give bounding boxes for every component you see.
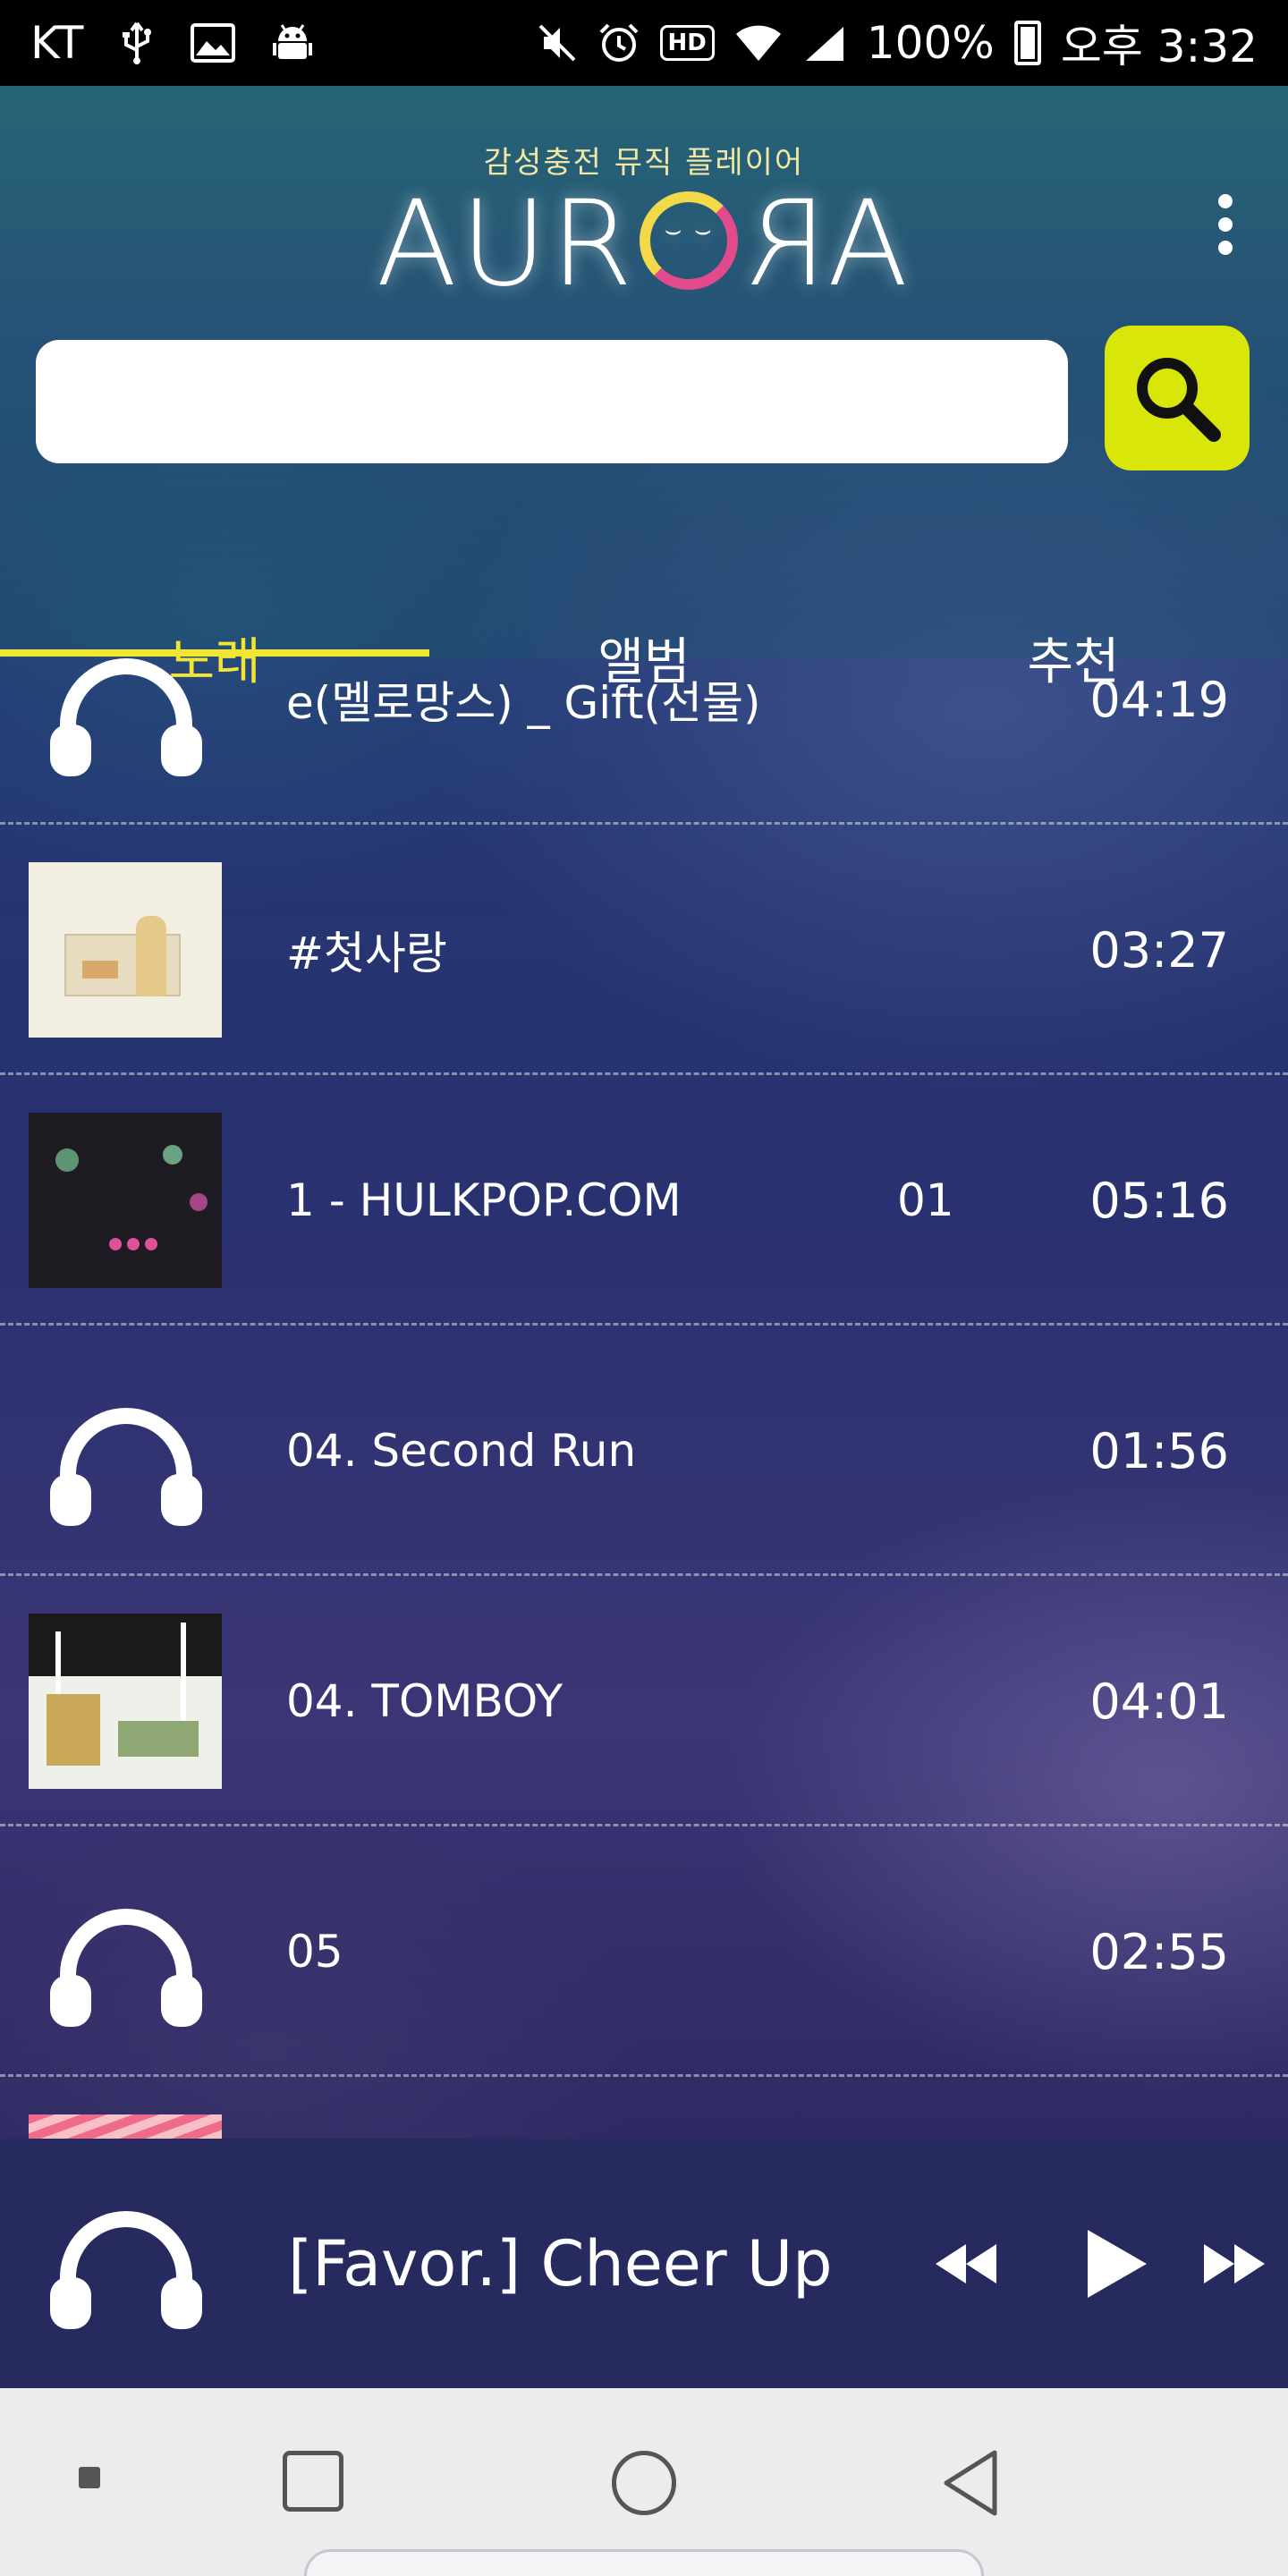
overview-button[interactable] <box>283 2451 343 2512</box>
song-title: 04. TOMBOY <box>286 1675 564 1727</box>
fast-forward-button[interactable] <box>1199 2139 1270 2388</box>
clock: 오후 3:32 <box>1060 21 1258 72</box>
fast-forward-icon <box>1204 2243 1265 2284</box>
song-list[interactable]: e(멜로망스) _ Gift(선물) 04:19 #첫사랑 03:27 1 - … <box>0 658 1288 2139</box>
android-icon <box>271 21 314 64</box>
back-button[interactable] <box>939 2447 1002 2519</box>
song-title: 05 <box>286 1926 343 1978</box>
song-duration: 04:01 <box>1089 1673 1229 1730</box>
headphone-face-icon <box>640 191 739 290</box>
song-extra: 01 <box>897 1174 954 1226</box>
search-icon <box>1137 358 1221 442</box>
song-duration: 04:19 <box>1089 671 1229 728</box>
song-title: 04. Second Run <box>286 1425 637 1477</box>
menu-dot <box>1218 217 1233 232</box>
headphones-icon <box>50 2211 202 2329</box>
song-row[interactable]: 05 02:55 <box>0 1826 1288 2077</box>
song-row[interactable] <box>0 2077 1288 2139</box>
now-playing-bar[interactable]: [Favor.] Cheer Up <box>0 2139 1288 2388</box>
song-title: e(멜로망스) _ Gift(선물) <box>286 677 761 729</box>
recents-dot-button[interactable] <box>79 2467 100 2488</box>
now-playing-title: [Favor.] Cheer Up <box>288 2226 833 2301</box>
battery-percent: 100% <box>866 17 995 69</box>
rewind-button[interactable] <box>930 2139 1002 2388</box>
play-icon <box>1088 2229 1147 2298</box>
logo-text-end: A <box>827 175 912 313</box>
song-duration: 03:27 <box>1089 921 1229 979</box>
song-row[interactable]: #첫사랑 03:27 <box>0 825 1288 1075</box>
alarm-icon <box>597 21 640 64</box>
search-input[interactable] <box>36 340 1068 463</box>
song-row[interactable]: 04. Second Run 01:56 <box>0 1326 1288 1576</box>
album-art-pink <box>29 2114 222 2139</box>
back-triangle-icon <box>944 2450 997 2516</box>
logo-text-reversed: R <box>741 175 828 313</box>
song-row[interactable]: 1 - HULKPOP.COM 01 05:16 <box>0 1075 1288 1326</box>
headphones-icon <box>50 658 202 776</box>
logo-text-start: AUR <box>376 175 637 313</box>
song-duration: 01:56 <box>1089 1422 1229 1479</box>
active-tab-indicator <box>0 649 429 657</box>
menu-dot <box>1218 241 1233 255</box>
status-bar: KT HD 100% 오후 3:32 <box>0 0 1288 86</box>
home-button[interactable] <box>612 2451 676 2515</box>
song-title: 1 - HULKPOP.COM <box>286 1174 682 1226</box>
song-row[interactable]: e(멜로망스) _ Gift(선물) 04:19 <box>0 658 1288 825</box>
battery-icon <box>1013 21 1041 65</box>
song-duration: 05:16 <box>1089 1172 1229 1229</box>
aurora-logo: AUR RA <box>0 175 1288 313</box>
rewind-icon <box>936 2243 996 2284</box>
mute-icon <box>537 22 578 64</box>
carrier-label: KT <box>30 17 84 69</box>
home-circle-icon <box>612 2451 676 2515</box>
overflow-menu-button[interactable] <box>1199 184 1252 265</box>
song-title: #첫사랑 <box>286 928 447 979</box>
album-art-cream <box>29 862 222 1038</box>
image-icon <box>191 23 236 63</box>
play-button[interactable] <box>1082 2139 1150 2388</box>
wifi-icon <box>734 23 783 63</box>
song-duration: 02:55 <box>1089 1923 1229 1980</box>
headphones-icon <box>50 1408 202 1526</box>
overview-square-icon <box>283 2451 343 2512</box>
headphones-icon <box>50 1909 202 2027</box>
gesture-handle <box>304 2549 984 2576</box>
usb-icon <box>119 21 155 64</box>
hd-icon: HD <box>659 25 715 61</box>
menu-dot <box>1218 194 1233 208</box>
album-art-tomboy <box>29 1614 222 1789</box>
recents-dot-icon <box>79 2467 100 2488</box>
search-button[interactable] <box>1105 326 1250 470</box>
system-nav-bar <box>0 2388 1288 2576</box>
app-header: 감성충전 뮤직 플레이어 AURRA 노래 앨범 추천 <box>0 86 1288 691</box>
signal-icon <box>802 23 847 63</box>
song-row[interactable]: 04. TOMBOY 04:01 <box>0 1576 1288 1826</box>
album-art-evening <box>29 1113 222 1288</box>
